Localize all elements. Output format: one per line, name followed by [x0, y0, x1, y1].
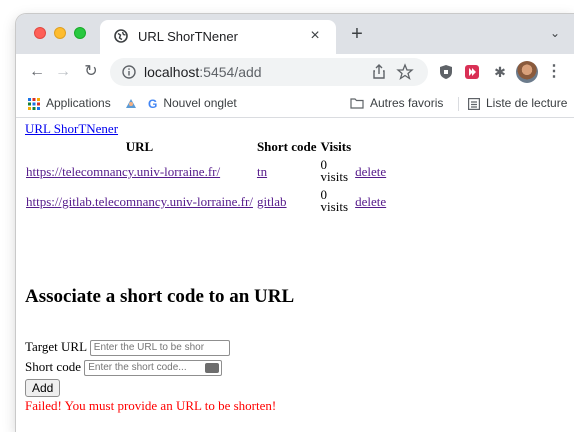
table-row: https://gitlab.telecomnancy.univ-lorrain…	[25, 188, 387, 216]
bookmark-applications-label: Applications	[46, 96, 111, 110]
folder-icon	[350, 98, 364, 109]
add-button[interactable]: Add	[25, 379, 61, 397]
visits-label: visits	[320, 169, 349, 184]
short-code-link[interactable]: tn	[257, 164, 267, 179]
table-header-row: URL Short code Visits	[25, 138, 387, 156]
media-extension-icon[interactable]	[462, 62, 482, 82]
header-visits: Visits	[320, 139, 352, 154]
delete-link[interactable]: delete	[355, 194, 386, 209]
visits-label: visits	[320, 199, 349, 214]
short-code-link[interactable]: gitlab	[257, 194, 287, 209]
url-host: localhost	[144, 64, 200, 80]
apps-grid-icon	[28, 97, 40, 110]
forward-icon[interactable]: →	[52, 61, 74, 83]
info-icon[interactable]	[122, 65, 136, 79]
home-link[interactable]: URL ShorTNener	[25, 121, 118, 137]
toolbar: ← → ↻ localhost:5454/add ✱ ⋮	[16, 54, 574, 90]
form-heading: Associate a short code to an URL	[25, 286, 295, 307]
password-manager-icon[interactable]	[205, 363, 220, 374]
bookmark-nouvel-onglet[interactable]: G Nouvel onglet	[148, 96, 237, 111]
tab-strip: URL ShorTNener × + ⌄	[16, 14, 574, 54]
bookmarks-bar: Applications G Nouvel onglet Autres favor…	[16, 90, 574, 118]
browser-window: URL ShorTNener × + ⌄ ← → ↻ localhost:545…	[16, 14, 574, 432]
reload-icon[interactable]: ↻	[80, 61, 102, 83]
zoom-window-button[interactable]	[74, 27, 86, 39]
profile-avatar[interactable]	[516, 61, 538, 83]
bookmark-autres-favoris[interactable]: Autres favoris	[350, 96, 443, 110]
bookmark-star-icon[interactable]	[396, 63, 414, 81]
delete-link[interactable]: delete	[355, 164, 386, 179]
close-tab-icon[interactable]: ×	[306, 27, 324, 45]
short-code-row: Short code Enter the short code...	[25, 359, 223, 377]
target-url-input[interactable]: Enter the URL to be shor	[89, 340, 230, 357]
minimize-window-button[interactable]	[54, 27, 66, 39]
tab-title: URL ShorTNener	[138, 29, 238, 44]
google-icon: G	[148, 96, 158, 111]
extensions-puzzle-icon[interactable]: ✱	[490, 62, 510, 82]
reading-list-icon	[468, 97, 480, 110]
mascot-bookmark-icon[interactable]	[124, 96, 138, 110]
error-message: Failed! You must provide an URL to be sh…	[25, 398, 277, 413]
header-action	[354, 138, 387, 156]
address-bar[interactable]: localhost:5454/add	[110, 58, 428, 86]
bookmark-nouvel-onglet-label: Nouvel onglet	[163, 96, 237, 110]
page-content: URL ShorTNener URL Short code Visits htt…	[16, 118, 574, 432]
header-short-code: Short code	[256, 139, 317, 154]
target-url-label: Target URL	[25, 339, 87, 354]
target-url-row: Target URL Enter the URL to be shor	[25, 339, 230, 357]
share-icon[interactable]	[370, 63, 388, 81]
url-text[interactable]: localhost:5454/add	[144, 64, 262, 80]
back-icon[interactable]: ←	[26, 61, 48, 83]
new-tab-icon[interactable]: +	[346, 23, 368, 45]
bookmark-liste-de-lecture-label: Liste de lecture	[486, 96, 568, 110]
tab-search-icon[interactable]: ⌄	[550, 26, 560, 40]
bookmark-autres-favoris-label: Autres favoris	[370, 96, 444, 110]
bookmark-separator	[458, 97, 459, 111]
globe-icon	[114, 29, 128, 43]
table-row: https://telecomnancy.univ-lorraine.fr/ t…	[25, 158, 387, 186]
url-link[interactable]: https://telecomnancy.univ-lorraine.fr/	[26, 164, 220, 179]
short-code-input[interactable]: Enter the short code...	[84, 360, 223, 377]
bookmark-applications[interactable]: Applications	[28, 96, 111, 110]
url-link[interactable]: https://gitlab.telecomnancy.univ-lorrain…	[26, 194, 253, 209]
short-code-placeholder: Enter the short code...	[88, 362, 187, 374]
header-url: URL	[125, 139, 154, 154]
close-window-button[interactable]	[34, 27, 46, 39]
bookmark-liste-de-lecture[interactable]: Liste de lecture	[468, 96, 567, 110]
visits-count: 0 visits	[320, 158, 349, 184]
shield-extension-icon[interactable]	[436, 62, 456, 82]
active-tab[interactable]: URL ShorTNener ×	[100, 20, 336, 54]
urls-table: URL Short code Visits https://telecomnan…	[23, 136, 389, 218]
visits-count: 0 visits	[320, 188, 349, 214]
menu-kebab-icon[interactable]: ⋮	[546, 61, 562, 83]
url-path: :5454/add	[199, 64, 262, 80]
short-code-label: Short code	[25, 359, 81, 374]
